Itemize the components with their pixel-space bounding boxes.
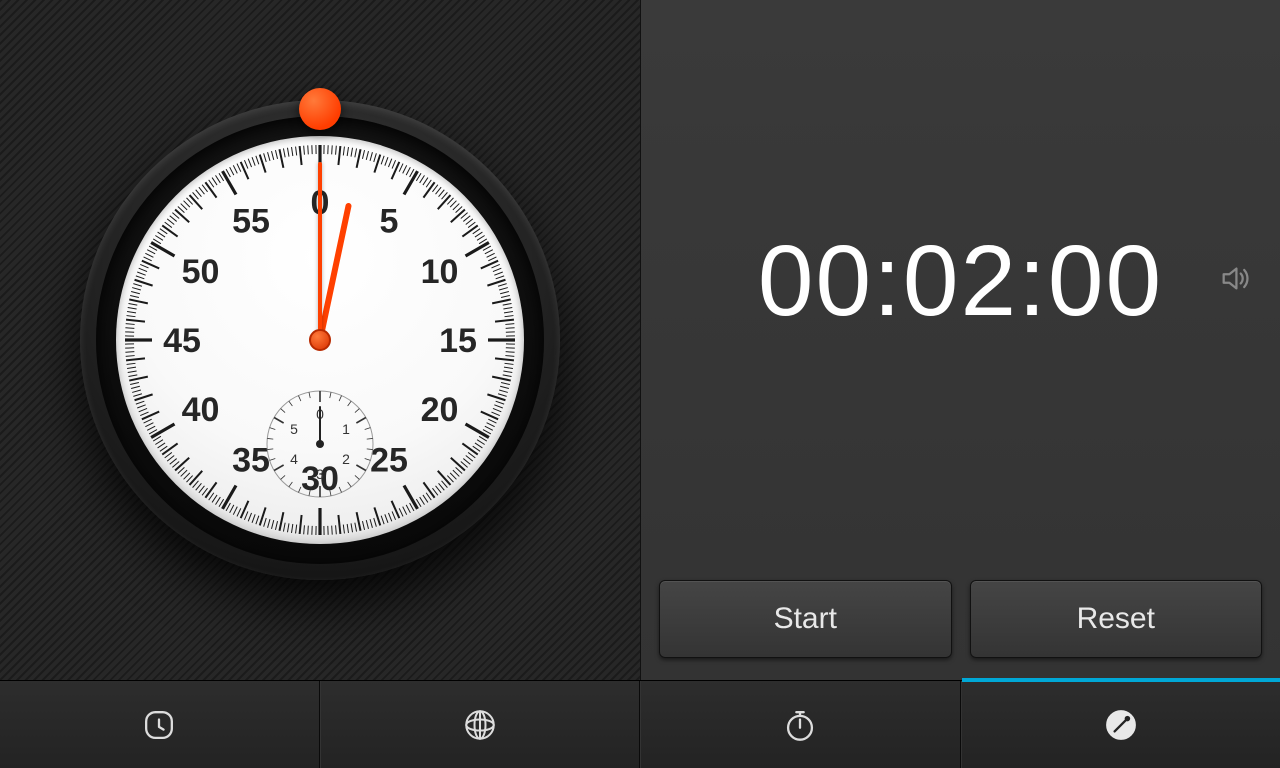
svg-text:40: 40: [182, 391, 220, 429]
svg-text:4: 4: [290, 451, 298, 467]
svg-text:10: 10: [421, 253, 459, 291]
dial-face: 0510152025303540455055 012345: [116, 136, 524, 544]
svg-text:55: 55: [232, 202, 270, 240]
alarm-clock-icon: [137, 703, 181, 747]
tab-stopwatch[interactable]: [640, 681, 961, 768]
second-hand: [318, 162, 322, 340]
dial-panel: 0510152025303540455055 012345: [0, 0, 640, 680]
tab-alarm[interactable]: [0, 681, 320, 768]
svg-text:3: 3: [316, 466, 324, 482]
svg-text:5: 5: [290, 421, 298, 437]
reset-button[interactable]: Reset: [970, 580, 1263, 658]
sound-icon[interactable]: [1218, 262, 1252, 301]
svg-text:1: 1: [342, 421, 350, 437]
start-button[interactable]: Start: [659, 580, 952, 658]
svg-text:25: 25: [370, 442, 408, 480]
tab-worldclock[interactable]: [320, 681, 641, 768]
svg-text:15: 15: [439, 322, 477, 360]
time-area: 00:02:00: [641, 0, 1280, 562]
tab-bar: [0, 680, 1280, 768]
button-row: Start Reset: [641, 562, 1280, 680]
svg-text:2: 2: [342, 451, 350, 467]
time-display[interactable]: 00:02:00: [758, 224, 1163, 339]
main-area: 0510152025303540455055 012345: [0, 0, 1280, 680]
stopwatch-icon: [778, 703, 822, 747]
dial-knob-icon: [299, 88, 341, 130]
globe-icon: [458, 703, 502, 747]
tab-timer[interactable]: [961, 681, 1280, 768]
svg-text:20: 20: [421, 391, 459, 429]
timer-panel: 00:02:00 Start Reset: [640, 0, 1280, 680]
stopwatch-dial[interactable]: 0510152025303540455055 012345: [80, 100, 560, 580]
svg-text:5: 5: [380, 202, 399, 240]
svg-text:45: 45: [163, 322, 201, 360]
svg-text:50: 50: [182, 253, 220, 291]
timer-icon: [1099, 703, 1143, 747]
sub-dial: 012345: [265, 389, 375, 499]
dial-pivot: [309, 329, 331, 351]
